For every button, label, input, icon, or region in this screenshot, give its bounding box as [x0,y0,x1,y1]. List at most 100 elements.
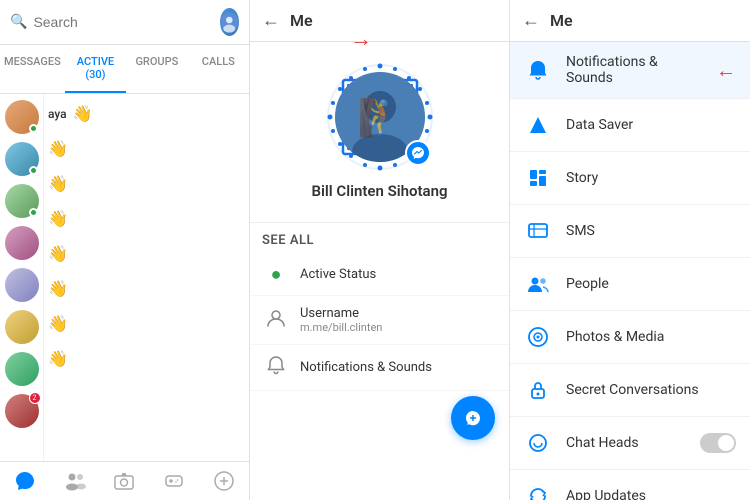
nav-camera[interactable] [100,470,150,492]
right-menu: Notifications & Sounds ← Data Saver Stor… [510,42,750,500]
search-icon: 🔍 [10,14,27,30]
tab-calls[interactable]: CALLS [188,45,249,93]
profile-qr-code: 🧗 [325,62,435,172]
list-item[interactable]: 👋 [48,170,245,197]
nav-tabs: MESSAGES ACTIVE (30) GROUPS CALLS [0,45,249,94]
wave-icon: 👋 [48,279,68,298]
wave-icon: 👋 [73,104,93,123]
menu-label: Story [566,170,736,186]
tab-active[interactable]: ACTIVE (30) [65,45,126,93]
menu-item-photos-media[interactable]: Photos & Media [510,311,750,364]
wave-icon: 👋 [48,174,68,193]
menu-item-notifications-sounds[interactable]: Notifications & Sounds ← [510,42,750,99]
list-item[interactable]: 👋 [48,240,245,267]
wave-icon: 👋 [48,349,68,368]
bell-icon [524,56,552,84]
online-indicator [29,208,38,217]
messenger-badge [405,140,431,166]
middle-panel: ← Me → [250,0,510,500]
menu-label: App Updates [566,488,736,500]
menu-label: Notifications & Sounds [300,360,432,375]
messages-column: aya 👋 👋 👋 👋 👋 👋 👋 👋 [44,94,249,461]
menu-label: Secret Conversations [566,382,736,398]
left-panel: 🔍 MESSAGES ACTIVE (30) GROUPS CALLS [0,0,250,500]
people-icon [524,270,552,298]
search-input[interactable] [33,14,214,30]
list-item[interactable]: 👋 [48,345,245,372]
bell-icon [264,355,288,380]
svg-text:🧗: 🧗 [357,97,402,139]
highlight-arrow: ← [716,58,736,83]
menu-label: Username [300,306,382,321]
menu-item-secret-conversations[interactable]: Secret Conversations [510,364,750,417]
menu-item-active-status[interactable]: ● Active Status [250,254,509,296]
list-item[interactable]: 👋 [48,310,245,337]
nav-chat[interactable] [0,470,50,492]
nav-people[interactable] [50,470,100,492]
wave-icon: 👋 [48,139,68,158]
avatar-item[interactable] [5,352,39,386]
avatar-item[interactable] [5,142,39,176]
search-bar: 🔍 [0,0,249,45]
avatar-item[interactable] [5,100,39,134]
menu-item-app-updates[interactable]: App Updates [510,470,750,500]
chat-heads-icon [524,429,552,457]
menu-item-people[interactable]: People [510,258,750,311]
photos-icon [524,323,552,351]
wave-icon: 👋 [48,314,68,333]
menu-sublabel: m.me/bill.clinten [300,321,382,334]
current-user-avatar[interactable] [220,8,239,36]
contact-name: aya [48,107,67,121]
page-title: Me [290,11,313,30]
story-icon [524,164,552,192]
profile-name: Bill Clinten Sihotang [311,182,447,200]
menu-label: Chat Heads [566,435,686,451]
avatar-item[interactable] [5,310,39,344]
wave-icon: 👋 [48,209,68,228]
avatar-item[interactable] [5,184,39,218]
middle-menu: ● Active Status Username m.me/bill.clint… [250,254,509,500]
right-back-button[interactable]: ← [522,10,540,31]
bottom-navigation [0,461,249,500]
menu-item-sms[interactable]: SMS [510,205,750,258]
list-item[interactable]: 👋 [48,205,245,232]
menu-item-notifications[interactable]: Notifications & Sounds [250,345,509,391]
refresh-icon [524,482,552,500]
menu-item-chat-heads[interactable]: Chat Heads [510,417,750,470]
menu-label: Data Saver [566,117,736,133]
nav-more[interactable] [199,470,249,492]
menu-label: Notifications & Sounds [566,54,702,86]
compose-button[interactable] [451,396,495,440]
middle-header: ← Me [250,0,509,42]
see-all-button[interactable]: SEE ALL [250,222,509,248]
menu-item-data-saver[interactable]: Data Saver [510,99,750,152]
data-saver-icon [524,111,552,139]
list-item[interactable]: 👋 [48,275,245,302]
notification-badge: 2 [29,392,41,404]
sms-icon [524,217,552,245]
wave-icon: 👋 [48,244,68,263]
list-item[interactable]: 👋 [48,135,245,162]
avatar-item[interactable]: 2 [5,394,39,428]
menu-label: Active Status [300,267,376,282]
tab-messages[interactable]: MESSAGES [0,45,65,93]
avatar-item[interactable] [5,226,39,260]
chat-heads-toggle[interactable] [700,433,736,453]
nav-games[interactable] [149,470,199,492]
avatars-column: 2 [0,94,44,461]
list-item[interactable]: aya 👋 [48,100,245,127]
user-icon [264,308,288,333]
active-status-icon: ● [264,264,288,285]
profile-section: 🧗 Bill Clinten Sihotang [250,42,509,222]
right-header: ← Me [510,0,750,42]
menu-label: Photos & Media [566,329,736,345]
right-page-title: Me [550,11,573,30]
avatar-item[interactable] [5,268,39,302]
menu-item-story[interactable]: Story [510,152,750,205]
back-button[interactable]: ← [262,10,280,31]
menu-label: People [566,276,736,292]
right-panel: ← Me Notifications & Sounds ← Data Saver… [510,0,750,500]
tab-groups[interactable]: GROUPS [126,45,187,93]
menu-label: SMS [566,223,736,239]
menu-item-username[interactable]: Username m.me/bill.clinten [250,296,509,345]
